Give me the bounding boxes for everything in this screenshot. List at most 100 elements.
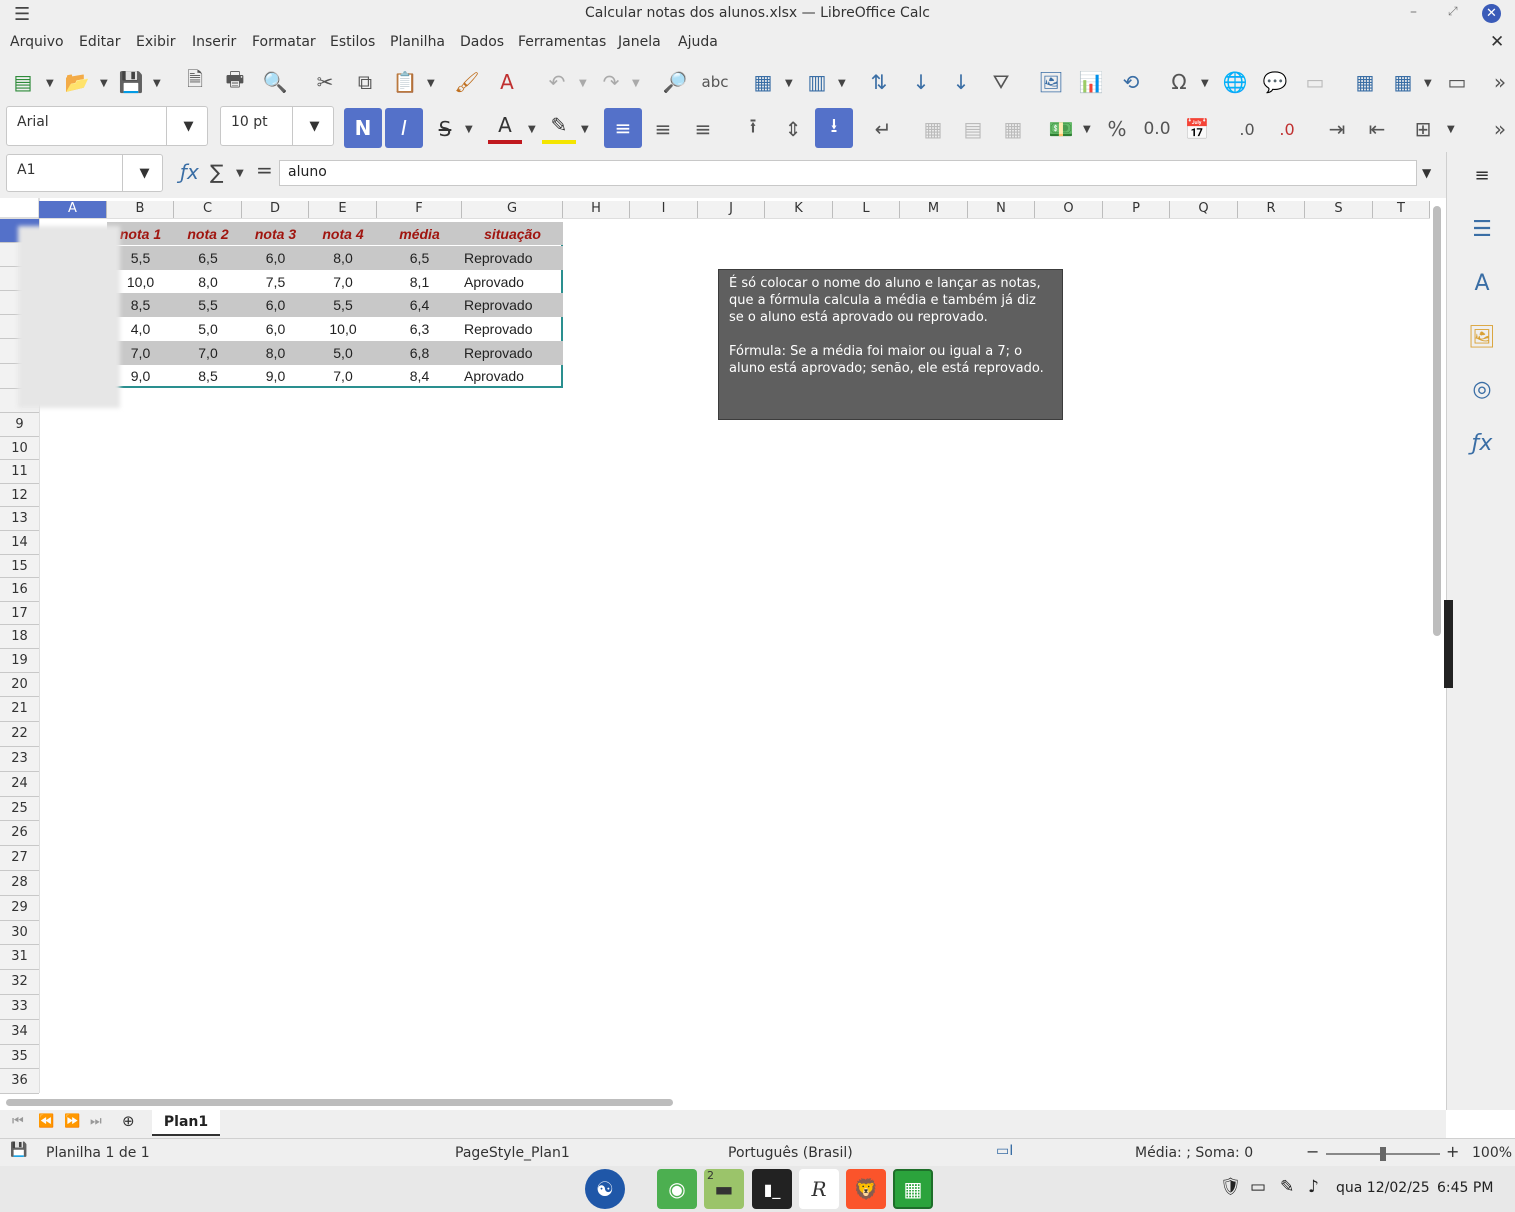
menu-estilos[interactable]: Estilos xyxy=(330,34,375,50)
menu-dados[interactable]: Dados xyxy=(460,34,504,50)
special-character-dropdown-icon[interactable]: ▼ xyxy=(1201,78,1209,89)
row-header-27[interactable]: 27 xyxy=(0,846,39,871)
menu-exibir[interactable]: Exibir xyxy=(136,34,176,50)
column-header-s[interactable]: S xyxy=(1305,201,1373,218)
cut-icon[interactable]: ✂ xyxy=(308,65,342,99)
autofilter-icon[interactable]: ⛛ xyxy=(984,65,1018,99)
table-cell-nota2[interactable]: 5,0 xyxy=(174,317,242,341)
close-window-icon[interactable]: ✕ xyxy=(1482,4,1501,23)
menu-planilha[interactable]: Planilha xyxy=(390,34,445,50)
column-header-n[interactable]: N xyxy=(968,201,1035,218)
properties-icon[interactable]: ☰ xyxy=(1467,214,1497,244)
table-cell-nota2[interactable]: 5,5 xyxy=(174,293,242,317)
column-header-j[interactable]: J xyxy=(698,201,765,218)
sort-descending-icon[interactable]: ↓ xyxy=(944,65,978,99)
pen-icon[interactable]: ✎ xyxy=(1280,1177,1294,1197)
copy-icon[interactable]: ⧉ xyxy=(348,65,382,99)
row-header-34[interactable]: 34 xyxy=(0,1019,39,1045)
row-header-33[interactable]: 33 xyxy=(0,995,39,1020)
align-left-icon[interactable]: ≡ xyxy=(604,108,642,148)
menu-ferramentas[interactable]: Ferramentas xyxy=(518,34,606,50)
insert-chart-icon[interactable]: 📊 xyxy=(1074,65,1108,99)
row-header-13[interactable]: 13 xyxy=(0,507,39,531)
save-icon[interactable]: 💾 xyxy=(114,65,148,99)
table-cell-situacao[interactable]: Reprovado xyxy=(462,293,563,317)
split-window-icon[interactable]: ▭ xyxy=(1440,65,1474,99)
security-shield-icon[interactable]: 🛡 xyxy=(1220,1177,1242,1197)
row-header-29[interactable]: 29 xyxy=(0,895,39,921)
table-cell-nota3[interactable]: 9,0 xyxy=(242,365,309,387)
brave-browser-icon[interactable]: 🦁 xyxy=(846,1169,886,1209)
table-cell-nota3[interactable]: 6,0 xyxy=(242,293,309,317)
more-options-icon[interactable]: » xyxy=(1488,65,1512,99)
header-cell-nota4[interactable]: nota 4 xyxy=(309,222,377,245)
font-name-dropdown-icon[interactable]: ▼ xyxy=(166,106,210,146)
define-print-area-icon[interactable]: ▦ xyxy=(1348,65,1382,99)
save-dropdown-icon[interactable]: ▼ xyxy=(153,78,161,89)
menu-ajuda[interactable]: Ajuda xyxy=(678,34,718,50)
borders-icon[interactable]: ⊞ xyxy=(1406,112,1440,146)
align-bottom-icon[interactable]: ⭳ xyxy=(815,108,853,148)
underline-dropdown-icon[interactable]: ▼ xyxy=(465,124,473,135)
new-document-icon[interactable]: ▤ xyxy=(6,65,40,99)
freeze-dropdown-icon[interactable]: ▼ xyxy=(1424,78,1432,89)
table-cell-nota3[interactable]: 8,0 xyxy=(242,341,309,365)
new-dropdown-icon[interactable]: ▼ xyxy=(46,78,54,89)
column-header-c[interactable]: C xyxy=(174,201,242,218)
table-cell-nota3[interactable]: 7,5 xyxy=(242,270,309,293)
header-cell-situacao[interactable]: situação xyxy=(462,222,563,245)
horizontal-scrollbar[interactable] xyxy=(6,1099,673,1106)
chrome-icon[interactable]: ◉ xyxy=(657,1169,697,1209)
close-document-icon[interactable]: ✕ xyxy=(1490,32,1504,52)
row-header-24[interactable]: 24 xyxy=(0,771,39,797)
column-icon[interactable]: ▥ xyxy=(800,65,834,99)
strikethrough-button[interactable]: S xyxy=(428,112,462,146)
number-format-icon[interactable]: 0.0 xyxy=(1140,112,1174,146)
formula-input[interactable]: aluno xyxy=(279,160,1417,186)
start-menu-icon[interactable]: ☯ xyxy=(585,1169,625,1209)
table-cell-nota4[interactable]: 5,5 xyxy=(309,293,377,317)
table-cell-nota2[interactable]: 6,5 xyxy=(174,246,242,270)
redo-icon[interactable]: ↷ xyxy=(594,65,628,99)
wrap-text-icon[interactable]: ↵ xyxy=(866,112,900,146)
column-header-k[interactable]: K xyxy=(765,201,833,218)
column-header-h[interactable]: H xyxy=(563,201,630,218)
currency-dropdown-icon[interactable]: ▼ xyxy=(1083,124,1091,135)
bold-button[interactable]: N xyxy=(344,108,382,148)
maximize-icon[interactable]: ⤢ xyxy=(1448,4,1458,19)
table-cell-nota2[interactable]: 8,0 xyxy=(174,270,242,293)
navigator-icon[interactable]: ◎ xyxy=(1467,374,1497,404)
find-replace-icon[interactable]: 🔎 xyxy=(658,65,692,99)
print-icon[interactable]: 🖶 xyxy=(218,65,252,99)
clear-formatting-icon[interactable]: A xyxy=(490,65,524,99)
taskbar-date[interactable]: qua 12/02/25 xyxy=(1336,1180,1430,1196)
column-header-d[interactable]: D xyxy=(242,201,309,218)
align-right-icon[interactable]: ≡ xyxy=(686,112,720,146)
note-textbox[interactable]: É só colocar o nome do aluno e lançar as… xyxy=(718,269,1063,420)
row-header-21[interactable]: 21 xyxy=(0,697,39,723)
center-vertically-icon[interactable]: ⇕ xyxy=(776,112,810,146)
sum-dropdown-icon[interactable]: ▼ xyxy=(236,168,244,179)
row-header-14[interactable]: 14 xyxy=(0,531,39,555)
functions-icon[interactable]: ƒx xyxy=(1467,428,1497,458)
font-color-dropdown-icon[interactable]: ▼ xyxy=(528,124,536,135)
header-cell-nota2[interactable]: nota 2 xyxy=(174,222,242,245)
selection-mode-icon[interactable]: ▭I xyxy=(996,1143,1013,1159)
unmerge-cells-icon[interactable]: ▦ xyxy=(996,112,1030,146)
table-cell-situacao[interactable]: Aprovado xyxy=(462,365,563,387)
column-header-p[interactable]: P xyxy=(1103,201,1170,218)
row-header-22[interactable]: 22 xyxy=(0,722,39,747)
language[interactable]: Português (Brasil) xyxy=(728,1145,853,1161)
table-cell-situacao[interactable]: Reprovado xyxy=(462,246,563,270)
zoom-in-icon[interactable]: + xyxy=(1446,1142,1459,1161)
status-summary[interactable]: Média: ; Soma: 0 xyxy=(1135,1145,1253,1161)
terminal-icon[interactable]: ▮_ xyxy=(752,1169,792,1209)
volume-icon[interactable]: ♪ xyxy=(1308,1177,1319,1197)
highlight-dropdown-icon[interactable]: ▼ xyxy=(581,124,589,135)
column-header-g[interactable]: G xyxy=(462,201,563,218)
menu-arquivo[interactable]: Arquivo xyxy=(10,34,64,50)
row-header-15[interactable]: 15 xyxy=(0,554,39,579)
function-wizard-icon[interactable]: ƒx xyxy=(180,160,199,184)
styles-icon[interactable]: A xyxy=(1467,268,1497,298)
open-folder-icon[interactable]: 📂 xyxy=(60,65,94,99)
